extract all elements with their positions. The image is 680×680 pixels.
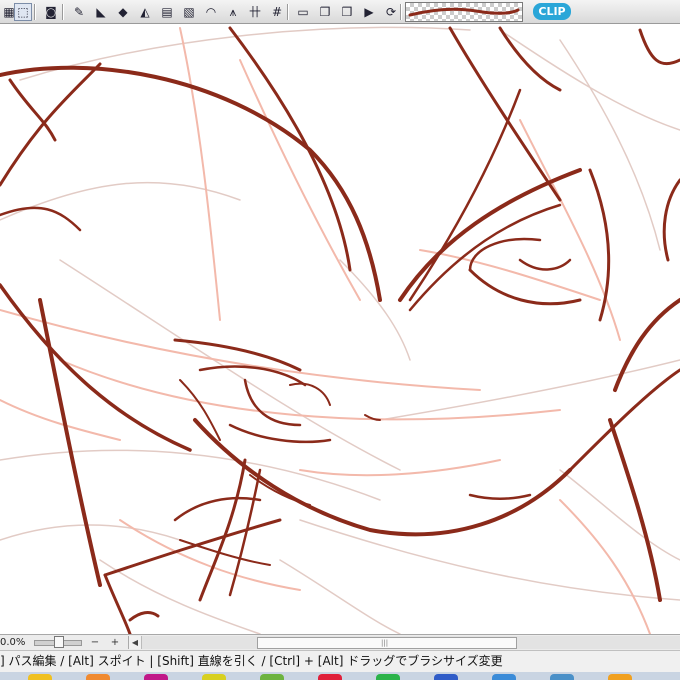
toolbar: ▦ ⬚ ◙ ✎ ◣ ◆ ◭ ▤ ▧ ◠ ⩚ 卄 # ▭ ❐ ❒ ▶ ⟳ CLIP bbox=[0, 0, 680, 24]
taskbar-app-icon[interactable] bbox=[202, 674, 226, 680]
zoom-slider-thumb[interactable] bbox=[54, 636, 64, 648]
taskbar-app-icon[interactable] bbox=[376, 674, 400, 680]
sketch-artwork bbox=[0, 26, 680, 634]
toolbar-separator bbox=[400, 4, 402, 20]
horizontal-scrollbar[interactable]: ◀ ||| bbox=[128, 636, 680, 649]
triangle-ruler-icon[interactable]: ◣ bbox=[92, 3, 110, 21]
taskbar-app-icon[interactable] bbox=[144, 674, 168, 680]
taskbar-app-icon[interactable] bbox=[492, 674, 516, 680]
brush-stroke-icon bbox=[408, 7, 520, 17]
play-icon[interactable]: ▶ bbox=[360, 3, 378, 21]
page-icon[interactable]: ▭ bbox=[294, 3, 312, 21]
scroll-thumb[interactable]: ||| bbox=[257, 637, 517, 649]
navigator-bar: 0.0% − + ◀ ||| bbox=[0, 634, 680, 650]
3d-cube-icon[interactable]: ◆ bbox=[114, 3, 132, 21]
grid-icon[interactable]: # bbox=[268, 3, 286, 21]
pen-ruler-icon[interactable]: ✎ bbox=[70, 3, 88, 21]
toolbar-separator bbox=[34, 4, 36, 20]
taskbar-app-icon[interactable] bbox=[86, 674, 110, 680]
os-taskbar bbox=[0, 672, 680, 680]
status-bar: ] パス編集 / [Alt] スポイト | [Shift] 直線を引く / [C… bbox=[0, 650, 680, 672]
speed-line-icon[interactable]: ▧ bbox=[180, 3, 198, 21]
drawing-canvas[interactable] bbox=[0, 24, 680, 634]
status-hint-text: ] パス編集 / [Alt] スポイト | [Shift] 直線を引く / [C… bbox=[0, 654, 503, 668]
fill-bucket-icon[interactable]: ◭ bbox=[136, 3, 154, 21]
zoom-out-icon[interactable]: − bbox=[88, 635, 102, 650]
taskbar-app-icon[interactable] bbox=[550, 674, 574, 680]
frame-border-icon[interactable]: ▤ bbox=[158, 3, 176, 21]
taskbar-app-icon[interactable] bbox=[260, 674, 284, 680]
scroll-left-icon[interactable]: ◀ bbox=[129, 636, 142, 649]
selection-area-icon[interactable]: ⬚ bbox=[14, 3, 32, 21]
symmetric-ruler-icon[interactable]: 卄 bbox=[246, 3, 264, 21]
taskbar-app-icon[interactable] bbox=[28, 674, 52, 680]
taskbar-app-icon[interactable] bbox=[318, 674, 342, 680]
toolbar-separator bbox=[287, 4, 289, 20]
folder-icon[interactable]: ❒ bbox=[338, 3, 356, 21]
perspective-ruler-icon[interactable]: ⩚ bbox=[224, 3, 242, 21]
taskbar-app-icon[interactable] bbox=[608, 674, 632, 680]
taskbar-app-icon[interactable] bbox=[434, 674, 458, 680]
brush-stroke-preview[interactable] bbox=[405, 2, 523, 22]
toolbar-separator bbox=[62, 4, 64, 20]
scroll-grip-icon: ||| bbox=[381, 639, 389, 647]
curve-ruler-icon[interactable]: ◠ bbox=[202, 3, 220, 21]
clip-studio-logo[interactable]: CLIP bbox=[533, 3, 571, 20]
camera-icon[interactable]: ◙ bbox=[42, 3, 60, 21]
layer-transfer-icon[interactable]: ❐ bbox=[316, 3, 334, 21]
zoom-level: 0.0% bbox=[0, 637, 26, 648]
refresh-icon[interactable]: ⟳ bbox=[382, 3, 400, 21]
zoom-in-icon[interactable]: + bbox=[108, 635, 122, 650]
